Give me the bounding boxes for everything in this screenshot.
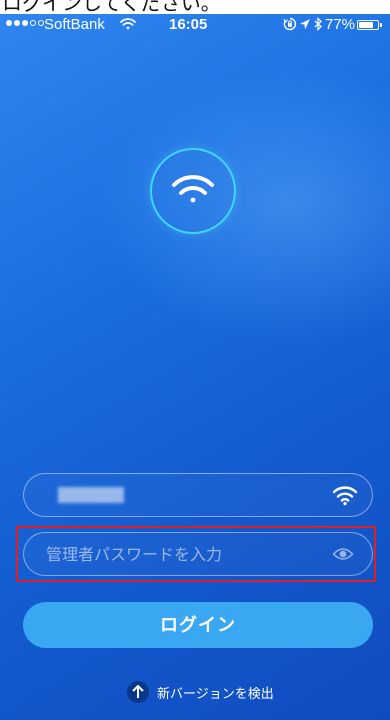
battery-level [359, 22, 373, 28]
battery-percentage: 77% [325, 16, 356, 33]
signal-dot [30, 20, 36, 26]
battery-icon [357, 20, 379, 30]
check-update-link[interactable]: 新バージョンを検出 [127, 680, 274, 704]
page: ログインしてください。 SoftBank 16:05 77% ログイン 新バージ… [0, 0, 390, 720]
login-button[interactable]: ログイン [23, 602, 373, 648]
clock: 16:05 [169, 16, 208, 33]
app-screen: SoftBank 16:05 77% ログイン 新バージョンを検出 [0, 14, 390, 720]
ssid-field[interactable]: ■■ ■■ [23, 473, 373, 517]
status-bar: SoftBank 16:05 77% [0, 14, 390, 36]
signal-strength [6, 20, 44, 26]
caption-strip: ログインしてください。 [0, 0, 390, 14]
wifi-icon [332, 484, 358, 510]
wifi-logo-icon [150, 148, 236, 234]
bluetooth-icon [314, 17, 323, 35]
signal-dot [14, 20, 20, 26]
carrier-name: SoftBank [44, 16, 105, 33]
ssid-value: ■■ ■■ [58, 487, 125, 503]
location-arrow-icon [299, 17, 311, 35]
wifi-icon [120, 17, 136, 35]
battery-tip [380, 23, 382, 27]
background-glow [80, 54, 390, 354]
signal-dot [6, 20, 12, 26]
signal-dot [22, 20, 28, 26]
ssid-text: ■■ ■■ [58, 487, 125, 503]
check-update-label: 新バージョンを検出 [157, 686, 274, 702]
caption-text: ログインしてください。 [2, 0, 221, 14]
arrow-up-icon [127, 681, 149, 703]
highlight-box [16, 526, 376, 582]
orientation-lock-icon [283, 17, 297, 35]
